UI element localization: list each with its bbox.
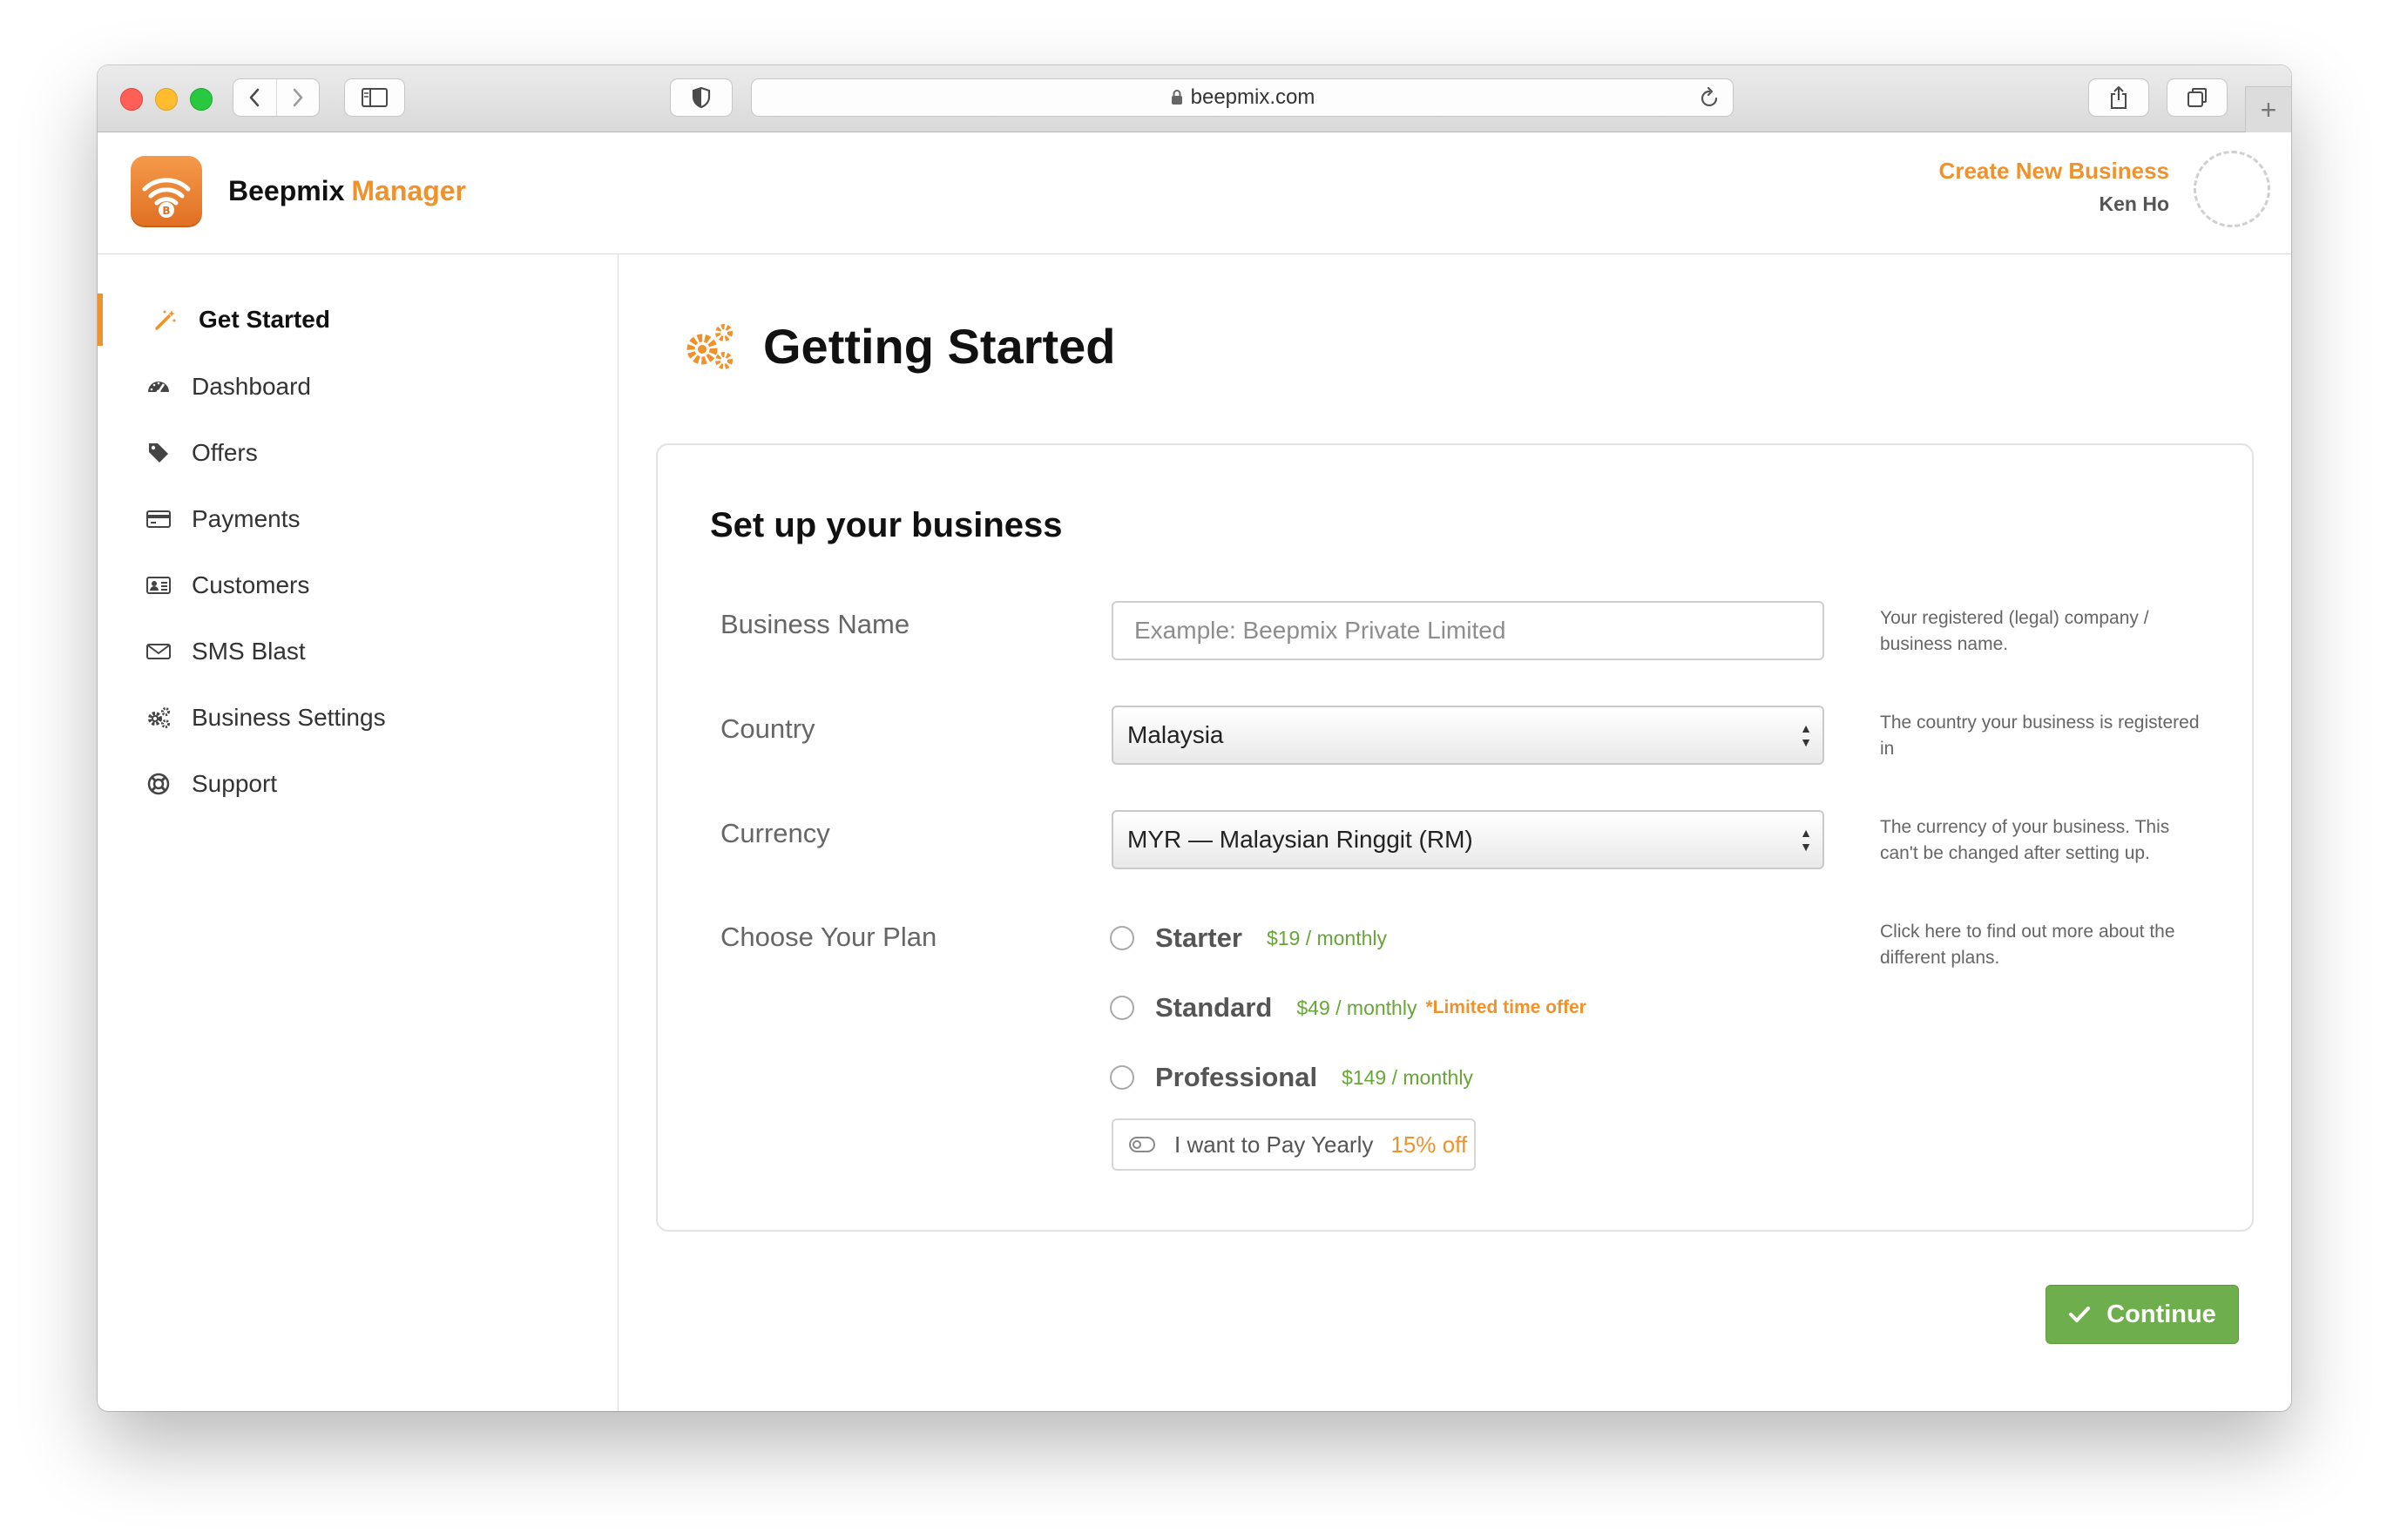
magic-wand-icon (150, 304, 181, 335)
minimize-window-button[interactable] (155, 88, 178, 111)
browser-toolbar: beepmix.com + (98, 65, 2291, 132)
back-button[interactable] (233, 79, 277, 116)
envelope-icon (143, 636, 174, 667)
sidebar-item-label: Payments (192, 505, 301, 532)
forward-button[interactable] (277, 79, 320, 116)
business-name-input[interactable] (1112, 601, 1824, 660)
gears-title-icon (681, 320, 737, 376)
sidebar-item-label: Customers (192, 571, 310, 598)
page-title: Getting Started (763, 319, 1116, 374)
sidebar-item-sms-blast[interactable]: SMS Blast (98, 625, 618, 678)
new-tab-button[interactable]: + (2245, 86, 2291, 132)
plan-radio[interactable] (1110, 926, 1134, 950)
zoom-window-button[interactable] (190, 88, 213, 111)
plan-help-link[interactable]: Click here to find out more about the di… (1880, 919, 2211, 971)
sidebar-item-label: SMS Blast (192, 638, 306, 665)
lock-icon (1171, 90, 1182, 105)
checkmark-icon (2069, 1307, 2091, 1322)
select-arrows-icon: ▲ ▼ (1800, 826, 1812, 854)
wifi-logo-icon: B (142, 178, 191, 218)
shield-icon (692, 86, 711, 109)
brand-title: Beepmix Manager (228, 175, 466, 207)
business-name-label: Business Name (720, 609, 910, 639)
country-help: The country your business is registered … (1880, 713, 2200, 759)
plan-name: Professional (1155, 1062, 1318, 1092)
sidebar-toggle-button[interactable] (344, 78, 405, 117)
svg-text:B: B (162, 205, 170, 217)
tabs-icon (2188, 88, 2207, 107)
beepmix-logo[interactable]: B (131, 156, 202, 227)
yearly-discount: 15% off (1390, 1131, 1468, 1158)
plan-radio[interactable] (1110, 996, 1134, 1020)
create-new-business-link[interactable]: Create New Business (1939, 158, 2169, 185)
plan-option-professional[interactable]: Professional $149 / monthly (1110, 1060, 1482, 1095)
limited-offer-badge: *Limited time offer (1425, 997, 1586, 1017)
share-icon (2111, 86, 2127, 109)
business-name-help: Your registered (legal) company / busine… (1880, 608, 2149, 654)
select-arrows-icon: ▲ ▼ (1800, 721, 1812, 749)
plan-radio[interactable] (1110, 1065, 1134, 1090)
currency-value: MYR — Malaysian Ringgit (RM) (1127, 826, 1473, 853)
setup-business-card: Set up your business Business Name Your … (656, 443, 2254, 1232)
sidebar-item-dashboard[interactable]: Dashboard (98, 361, 618, 413)
chevron-left-icon (250, 88, 260, 107)
close-window-button[interactable] (120, 88, 143, 111)
avatar[interactable] (2194, 151, 2270, 227)
id-card-icon (143, 570, 174, 601)
sidebar: Get Started Dashboard Offers Payments Cu… (98, 254, 619, 1411)
history-nav (233, 78, 320, 117)
dashboard-gauge-icon (143, 371, 174, 402)
toggle-icon (1129, 1137, 1155, 1152)
sidebar-item-customers[interactable]: Customers (98, 559, 618, 611)
tag-icon (143, 437, 174, 469)
sidebar-item-get-started[interactable]: Get Started (98, 294, 618, 346)
pay-yearly-label: I want to Pay Yearly (1174, 1131, 1374, 1158)
country-label: Country (720, 713, 815, 744)
brand-name: Beepmix (228, 175, 345, 206)
country-value: Malaysia (1127, 721, 1224, 748)
plan-option-starter[interactable]: Starter $19 / monthly (1110, 921, 1396, 956)
plan-price: $49 / monthly (1296, 996, 1417, 1019)
user-name: Ken Ho (2099, 192, 2170, 215)
url-text: beepmix.com (1190, 85, 1315, 109)
life-ring-icon (143, 768, 174, 800)
country-select[interactable]: Malaysia ▲ ▼ (1112, 706, 1824, 765)
sidebar-item-label: Dashboard (192, 373, 311, 400)
sidebar-item-label: Get Started (199, 306, 330, 333)
credit-card-icon (143, 503, 174, 535)
plan-label: Choose Your Plan (720, 922, 937, 952)
plus-icon: + (2260, 93, 2277, 125)
sidebar-item-label: Business Settings (192, 704, 386, 731)
continue-label: Continue (2106, 1300, 2216, 1328)
currency-help: The currency of your business. This can'… (1880, 817, 2170, 863)
sidebar-icon (362, 88, 388, 107)
plan-price: $149 / monthly (1342, 1065, 1473, 1089)
sidebar-item-business-settings[interactable]: Business Settings (98, 692, 618, 744)
browser-window: beepmix.com + B Beepmix Manager Create N… (98, 65, 2291, 1411)
reload-button[interactable] (1698, 85, 1721, 116)
plan-option-standard[interactable]: Standard $49 / monthly *Limited time off… (1110, 990, 1586, 1025)
privacy-report-button[interactable] (670, 78, 733, 117)
sidebar-item-label: Support (192, 770, 278, 797)
currency-select[interactable]: MYR — Malaysian Ringgit (RM) ▲ ▼ (1112, 810, 1824, 869)
app-header: B Beepmix Manager Create New Business Ken… (98, 132, 2291, 254)
continue-button[interactable]: Continue (2046, 1285, 2239, 1344)
show-tabs-button[interactable] (2167, 78, 2228, 117)
reload-icon (1701, 86, 1718, 107)
address-bar[interactable]: beepmix.com (751, 78, 1734, 117)
sidebar-item-support[interactable]: Support (98, 758, 618, 810)
card-title: Set up your business (710, 506, 1063, 544)
sidebar-item-offers[interactable]: Offers (98, 427, 618, 479)
plan-name: Standard (1155, 992, 1273, 1023)
currency-label: Currency (720, 818, 830, 848)
sidebar-item-label: Offers (192, 439, 258, 466)
brand-accent: Manager (351, 175, 466, 206)
gears-icon (143, 702, 174, 733)
plan-price: $19 / monthly (1266, 926, 1388, 949)
pay-yearly-toggle[interactable]: I want to Pay Yearly 15% off (1112, 1118, 1476, 1171)
plan-name: Starter (1155, 922, 1242, 953)
sidebar-item-payments[interactable]: Payments (98, 493, 618, 545)
chevron-right-icon (293, 88, 302, 107)
share-button[interactable] (2088, 78, 2149, 117)
